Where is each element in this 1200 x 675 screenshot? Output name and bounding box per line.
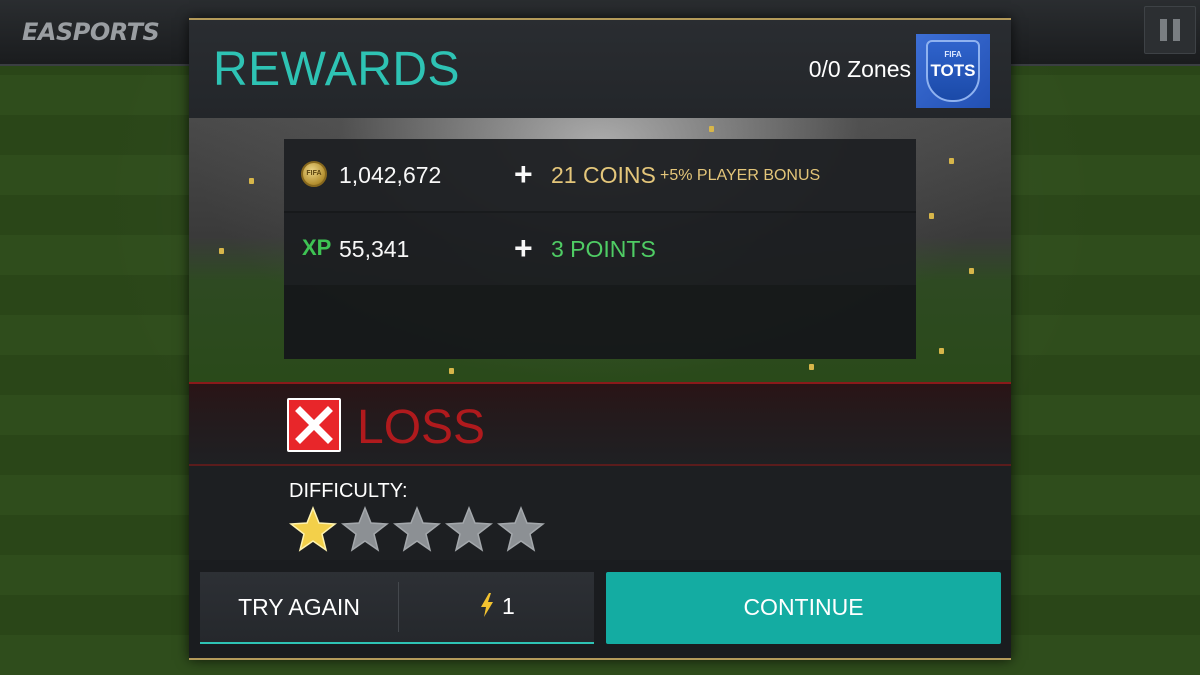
- confetti: [809, 364, 814, 370]
- confetti: [449, 368, 454, 374]
- confetti: [929, 213, 934, 219]
- button-divider: [398, 582, 399, 632]
- confetti: [219, 248, 224, 254]
- pause-icon-bar: [1173, 19, 1180, 41]
- confetti: [709, 126, 714, 132]
- badge-tots-text: TOTS: [930, 61, 976, 80]
- result-text: LOSS: [357, 401, 486, 454]
- zones-counter: 0/0 Zones: [808, 56, 911, 82]
- continue-button[interactable]: CONTINUE: [606, 572, 1001, 644]
- star-empty-icon: [497, 506, 545, 554]
- try-again-button[interactable]: TRY AGAIN 1: [200, 572, 594, 644]
- result-band: LOSS: [189, 382, 1011, 466]
- coin-icon: FIFA: [301, 161, 327, 187]
- plus-icon: +: [514, 230, 533, 266]
- star-empty-icon: [341, 506, 389, 554]
- modal-footer: TRY AGAIN 1 CONTINUE: [189, 560, 1011, 658]
- pause-icon: [1160, 19, 1167, 41]
- coin-icon-text: FIFA: [306, 170, 322, 177]
- xp-row: XP 55,341 + 3 POINTS: [284, 213, 916, 285]
- star-filled-icon: [289, 506, 337, 554]
- confetti: [249, 178, 254, 184]
- tots-badge-icon: FIFA TOTS: [916, 34, 990, 108]
- coins-total: 1,042,672: [339, 162, 442, 188]
- confetti: [949, 158, 954, 164]
- try-again-label: TRY AGAIN: [238, 594, 360, 620]
- player-bonus: +5% PLAYER BONUS: [660, 167, 821, 184]
- energy-cost: 1: [480, 593, 515, 623]
- x-icon: [287, 398, 341, 452]
- difficulty-label: DIFFICULTY:: [289, 480, 408, 502]
- star-empty-icon: [445, 506, 493, 554]
- badge-fifa-text: FIFA: [944, 50, 962, 59]
- continue-label: CONTINUE: [743, 594, 864, 620]
- ea-sports-logo: EASPORTS: [22, 18, 160, 46]
- confetti: [939, 348, 944, 354]
- modal-title: REWARDS: [213, 43, 461, 96]
- star-empty-icon: [393, 506, 441, 554]
- plus-icon: +: [514, 156, 533, 192]
- coins-row: FIFA 1,042,672 + 21 COINS +5% PLAYER BON…: [284, 139, 916, 211]
- coins-gain: 21 COINS: [551, 162, 656, 188]
- xp-gain: 3 POINTS: [551, 236, 656, 262]
- lightning-icon: [480, 593, 494, 623]
- xp-total: 55,341: [339, 236, 410, 262]
- rewards-table: FIFA 1,042,672 + 21 COINS +5% PLAYER BON…: [284, 139, 916, 359]
- tots-shield: FIFA TOTS: [926, 40, 980, 102]
- pause-button[interactable]: [1144, 6, 1196, 54]
- rewards-modal: REWARDS 0/0 Zones FIFA TOTS FIFA 1,042,6…: [189, 18, 1011, 660]
- xp-icon: XP: [302, 235, 332, 260]
- energy-cost-value: 1: [502, 593, 515, 620]
- stadium-banner: FIFA 1,042,672 + 21 COINS +5% PLAYER BON…: [189, 118, 1011, 382]
- modal-header: REWARDS 0/0 Zones FIFA TOTS: [189, 20, 1011, 118]
- confetti: [969, 268, 974, 274]
